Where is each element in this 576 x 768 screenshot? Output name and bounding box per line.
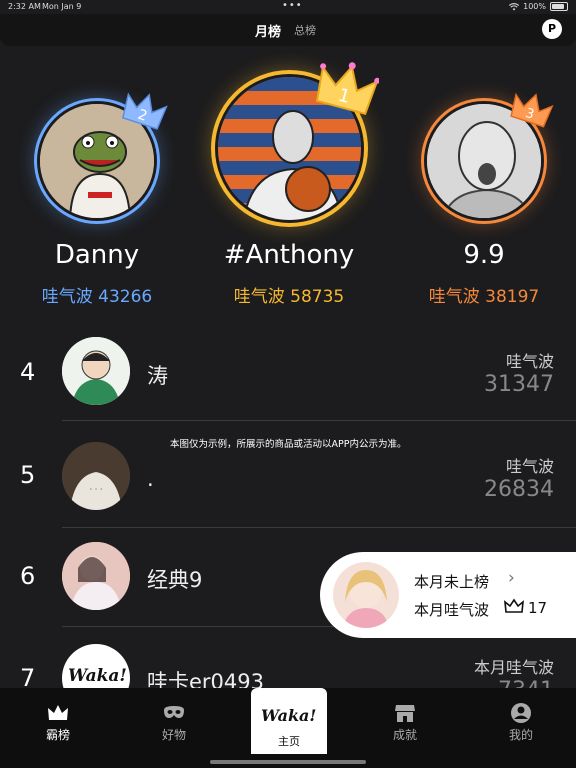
home-indicator[interactable] xyxy=(210,760,366,764)
svg-text:· · ·: · · · xyxy=(90,485,103,494)
bottom-tab-bar: 霸榜 好物 Waka! 主页 成就 我的 xyxy=(0,688,576,768)
rank-number: 4 xyxy=(20,358,36,386)
top-nav: 月榜 总榜 P xyxy=(0,14,576,46)
tab-goods[interactable]: 好物 xyxy=(134,688,214,768)
score-value: 31347 xyxy=(484,372,554,397)
score-label: 本月哇气波 xyxy=(473,658,554,677)
divider xyxy=(62,420,576,421)
podium-name-2: Danny xyxy=(54,240,140,270)
tab-rank[interactable]: 霸榜 xyxy=(18,688,98,768)
avatar: · · · xyxy=(62,442,130,510)
tab-profile[interactable]: 我的 xyxy=(481,688,561,768)
crown-3-icon: 3 xyxy=(510,92,554,128)
battery-percent: 100% xyxy=(523,2,546,11)
score-value: 26834 xyxy=(484,477,554,502)
my-score-count: 17 xyxy=(528,599,548,617)
waka-logo-avatar: Waka! xyxy=(68,666,127,686)
multitask-dots-icon[interactable]: ••• xyxy=(282,0,303,11)
mask-icon xyxy=(164,706,184,718)
list-name: . xyxy=(147,467,154,491)
my-rank-status: 本月未上榜 xyxy=(414,573,490,591)
crown-1-icon: 1 xyxy=(315,62,379,116)
chevron-right-icon: › xyxy=(508,568,515,588)
podium-score-3: 哇气波 38197 xyxy=(428,287,540,307)
status-time: 2:32 AM xyxy=(8,2,41,11)
rank-number: 5 xyxy=(20,461,36,489)
divider xyxy=(62,527,576,528)
tab-total[interactable]: 总榜 xyxy=(294,22,316,38)
podium: 2 Danny 哇气波 43266 1 #Anthony 哇气波 58735 3… xyxy=(0,46,576,316)
podium-name-3: 9.9 xyxy=(463,240,505,270)
score-label: 哇气波 xyxy=(505,457,554,476)
podium-score-2: 哇气波 43266 xyxy=(41,287,153,307)
crown-2-icon: 2 xyxy=(121,92,168,130)
podium-name-1: #Anthony xyxy=(223,240,355,270)
crown-icon xyxy=(48,705,68,720)
avatar xyxy=(62,542,130,610)
avatar xyxy=(62,337,130,405)
status-date: Mon Jan 9 xyxy=(42,2,82,11)
tab-home[interactable]: Waka! 主页 xyxy=(251,688,327,754)
list-row-4[interactable]: 4 涛 哇气波 31347 xyxy=(0,326,576,421)
tab-achievement[interactable]: 成就 xyxy=(365,688,445,768)
my-rank-card[interactable]: 本月未上榜 › 本月哇气波 17 xyxy=(320,552,576,638)
status-right: 100% xyxy=(509,2,568,11)
shop-icon xyxy=(395,705,415,722)
rank-number: 6 xyxy=(20,562,36,590)
user-icon xyxy=(511,703,531,723)
podium-score-1: 哇气波 58735 xyxy=(233,287,345,307)
my-avatar xyxy=(333,562,399,628)
waka-logo: Waka! xyxy=(261,706,317,725)
profile-icon[interactable]: P xyxy=(542,19,562,39)
wifi-icon xyxy=(509,2,520,10)
tab-month[interactable]: 月榜 xyxy=(255,21,281,40)
my-score-label: 本月哇气波 xyxy=(414,601,490,619)
list-name: 经典9 xyxy=(147,568,203,592)
list-name: 涛 xyxy=(147,364,168,388)
crown-outline-icon xyxy=(504,598,524,613)
score-label: 哇气波 xyxy=(505,352,554,371)
status-bar: 2:32 AM Mon Jan 9 ••• 100% xyxy=(0,0,576,14)
disclaimer-notice: 本图仅为示例，所展示的商品或活动以APP内公示为准。 xyxy=(170,439,407,450)
battery-icon xyxy=(550,2,568,11)
